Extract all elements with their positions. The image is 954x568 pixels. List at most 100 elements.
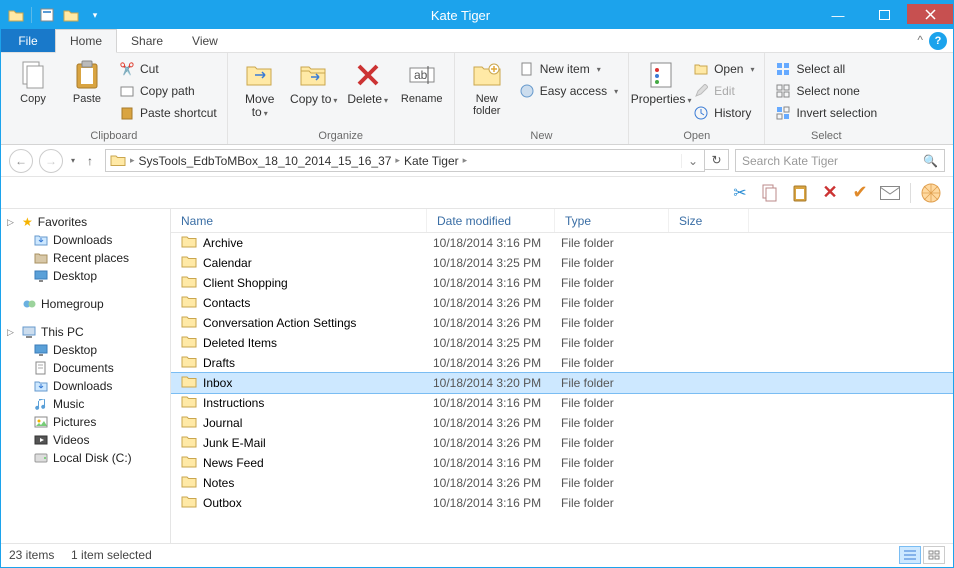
shell-icon[interactable] [921,183,941,203]
properties-button[interactable]: Properties▾ [637,57,685,107]
easyaccess-icon [519,83,535,99]
check-icon[interactable]: ✔ [850,183,870,203]
select-all-button[interactable]: Select all [773,59,879,79]
table-row[interactable]: Outbox10/18/2014 3:16 PMFile folder [171,493,953,513]
tree-node[interactable]: Desktop [1,267,170,285]
delete-icon[interactable]: ✕ [820,183,840,203]
copy-icon[interactable] [760,183,780,203]
maximize-button[interactable] [861,4,907,26]
help-icon[interactable]: ? [929,32,947,50]
up-button[interactable]: ↑ [81,152,99,170]
table-row[interactable]: Client Shopping10/18/2014 3:16 PMFile fo… [171,273,953,293]
folder-icon [110,154,126,167]
tree-node[interactable]: Pictures [1,413,170,431]
qat-folder-icon[interactable] [5,4,27,26]
history-button[interactable]: History [691,103,756,123]
rename-button[interactable]: ab Rename [398,57,446,105]
cut-button[interactable]: ✂️Cut [117,59,219,79]
selectnone-icon [775,83,791,99]
ribbon-tabs: File Home Share View ^ ? [1,29,953,53]
col-date[interactable]: Date modified [427,209,555,232]
table-row[interactable]: Junk E-Mail10/18/2014 3:26 PMFile folder [171,433,953,453]
back-button[interactable]: ← [9,149,33,173]
table-row[interactable]: Deleted Items10/18/2014 3:25 PMFile fold… [171,333,953,353]
selectall-icon [775,61,791,77]
table-row[interactable]: Inbox10/18/2014 3:20 PMFile folder [171,373,953,393]
homegroup-root[interactable]: Homegroup [1,295,170,313]
table-row[interactable]: Notes10/18/2014 3:26 PMFile folder [171,473,953,493]
col-size[interactable]: Size [669,209,749,232]
copy-to-button[interactable]: Copy to▾ [290,57,338,107]
column-headers[interactable]: Name Date modified Type Size [171,209,953,233]
group-select: Select all Select none Invert selection … [765,53,887,144]
tree-node[interactable]: Desktop [1,341,170,359]
col-type[interactable]: Type [555,209,669,232]
table-row[interactable]: News Feed10/18/2014 3:16 PMFile folder [171,453,953,473]
invert-icon [775,105,791,121]
qat-properties-icon[interactable] [36,4,58,26]
open-button[interactable]: Open ▾ [691,59,756,79]
new-folder-button[interactable]: New folder [463,57,511,117]
table-row[interactable]: Drafts10/18/2014 3:26 PMFile folder [171,353,953,373]
collapse-ribbon-icon[interactable]: ^ [917,33,923,52]
table-row[interactable]: Archive10/18/2014 3:16 PMFile folder [171,233,953,253]
window-title: Kate Tiger [106,8,815,23]
address-bar[interactable]: ▸ SysTools_EdbToMBox_18_10_2014_15_16_37… [105,149,705,172]
search-placeholder: Search Kate Tiger [742,154,838,168]
minimize-button[interactable]: — [815,4,861,26]
tree-node[interactable]: Downloads [1,231,170,249]
copy-path-button[interactable]: Copy path [117,81,219,101]
tab-view[interactable]: View [178,29,233,52]
paste-shortcut-button[interactable]: Paste shortcut [117,103,219,123]
tab-share[interactable]: Share [117,29,178,52]
search-input[interactable]: Search Kate Tiger 🔍 [735,149,945,172]
favorites-root[interactable]: ▷★Favorites [1,213,170,231]
table-row[interactable]: Calendar10/18/2014 3:25 PMFile folder [171,253,953,273]
tree-node[interactable]: Music [1,395,170,413]
view-details-button[interactable] [899,546,921,564]
pasteshortcut-icon [119,105,135,121]
tree-node[interactable]: Videos [1,431,170,449]
tree-node[interactable]: Local Disk (C:) [1,449,170,467]
history-icon [693,105,709,121]
tree-node[interactable]: Downloads [1,377,170,395]
close-button[interactable] [907,4,953,24]
titlebar: ▾ Kate Tiger — [1,1,953,29]
qat-newfolder-icon[interactable] [60,4,82,26]
file-list: Name Date modified Type Size Archive10/1… [171,209,953,543]
paste-button[interactable]: Paste [63,57,111,105]
breadcrumb-part[interactable]: SysTools_EdbToMBox_18_10_2014_15_16_37 [139,154,392,168]
tree-node[interactable]: Recent places [1,249,170,267]
tab-home[interactable]: Home [55,29,117,53]
file-tab[interactable]: File [1,29,55,52]
refresh-button[interactable]: ↻ [705,149,729,170]
tree-node[interactable]: Documents [1,359,170,377]
mail-icon[interactable] [880,183,900,203]
paste-icon[interactable] [790,183,810,203]
new-item-button[interactable]: New item ▾ [517,59,620,79]
table-row[interactable]: Conversation Action Settings10/18/2014 3… [171,313,953,333]
copy-button[interactable]: Copy [9,57,57,105]
breadcrumb-part[interactable]: Kate Tiger [404,154,459,168]
scissors-icon: ✂️ [119,61,135,77]
forward-button[interactable]: → [39,149,63,173]
navigation-tree[interactable]: ▷★Favorites DownloadsRecent placesDeskto… [1,209,171,543]
table-row[interactable]: Journal10/18/2014 3:26 PMFile folder [171,413,953,433]
table-row[interactable]: Instructions10/18/2014 3:16 PMFile folde… [171,393,953,413]
col-name[interactable]: Name [171,209,427,232]
navbar: ← → ▾ ↑ ▸ SysTools_EdbToMBox_18_10_2014_… [1,145,953,177]
select-none-button[interactable]: Select none [773,81,879,101]
table-row[interactable]: Contacts10/18/2014 3:26 PMFile folder [171,293,953,313]
edit-button[interactable]: Edit [691,81,756,101]
address-dropdown-icon[interactable]: ⌄ [681,154,704,168]
thispc-root[interactable]: ▷This PC [1,323,170,341]
move-to-button[interactable]: Move to▾ [236,57,284,120]
recent-locations-dropdown[interactable]: ▾ [71,156,75,165]
view-large-button[interactable] [923,546,945,564]
invert-selection-button[interactable]: Invert selection [773,103,879,123]
qat-dropdown-icon[interactable]: ▾ [84,4,106,26]
group-open: Properties▾ Open ▾ Edit History Open [629,53,765,144]
delete-button[interactable]: Delete▾ [344,57,392,107]
cut-icon[interactable]: ✂ [730,183,750,203]
easy-access-button[interactable]: Easy access ▾ [517,81,620,101]
